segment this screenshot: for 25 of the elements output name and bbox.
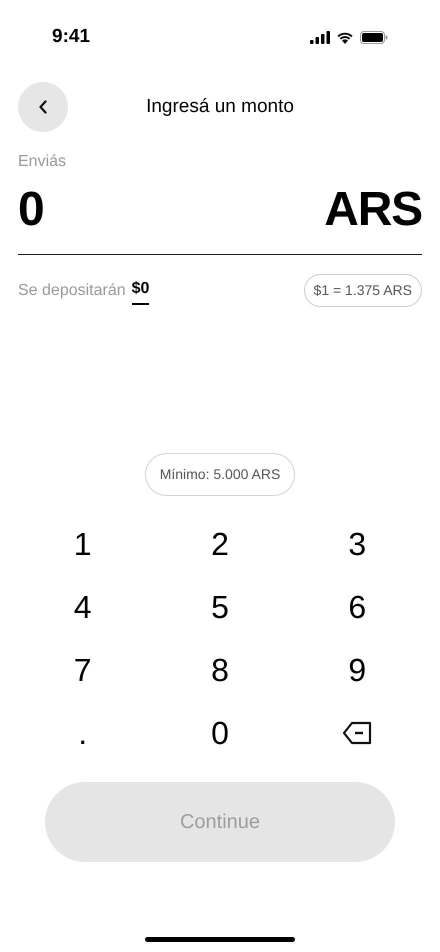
amount-value: 0 <box>18 184 44 236</box>
status-time: 9:41 <box>52 24 90 49</box>
minimum-amount-pill: Mínimo: 5.000 ARS <box>144 453 296 496</box>
keypad-key[interactable]: 9 <box>288 638 426 701</box>
signal-icon <box>310 30 330 44</box>
keypad-key[interactable]: 5 <box>151 575 289 638</box>
keypad-key[interactable]: . <box>14 701 152 764</box>
deposit-value: $0 <box>132 276 150 304</box>
amount-label: Enviás <box>18 152 68 172</box>
wifi-icon <box>336 30 354 44</box>
screen-title: Ingresá un monto <box>146 94 294 119</box>
keypad-key[interactable]: 8 <box>151 638 289 701</box>
keypad-key[interactable]: 1 <box>14 512 152 575</box>
backspace-icon <box>342 720 372 744</box>
keypad-key[interactable]: 3 <box>288 512 426 575</box>
battery-icon <box>360 30 388 44</box>
chevron-left-icon <box>38 100 48 114</box>
keypad-key[interactable]: 2 <box>151 512 289 575</box>
keypad-key[interactable]: 6 <box>288 575 426 638</box>
keypad-key[interactable]: 4 <box>14 575 152 638</box>
exchange-rate-pill: $1 = 1.375 ARS <box>304 274 422 307</box>
deposit-label: Se depositarán <box>18 280 126 300</box>
keypad-key[interactable]: 7 <box>14 638 152 701</box>
currency-code: ARS <box>324 184 422 236</box>
keypad-key[interactable]: 0 <box>151 701 289 764</box>
